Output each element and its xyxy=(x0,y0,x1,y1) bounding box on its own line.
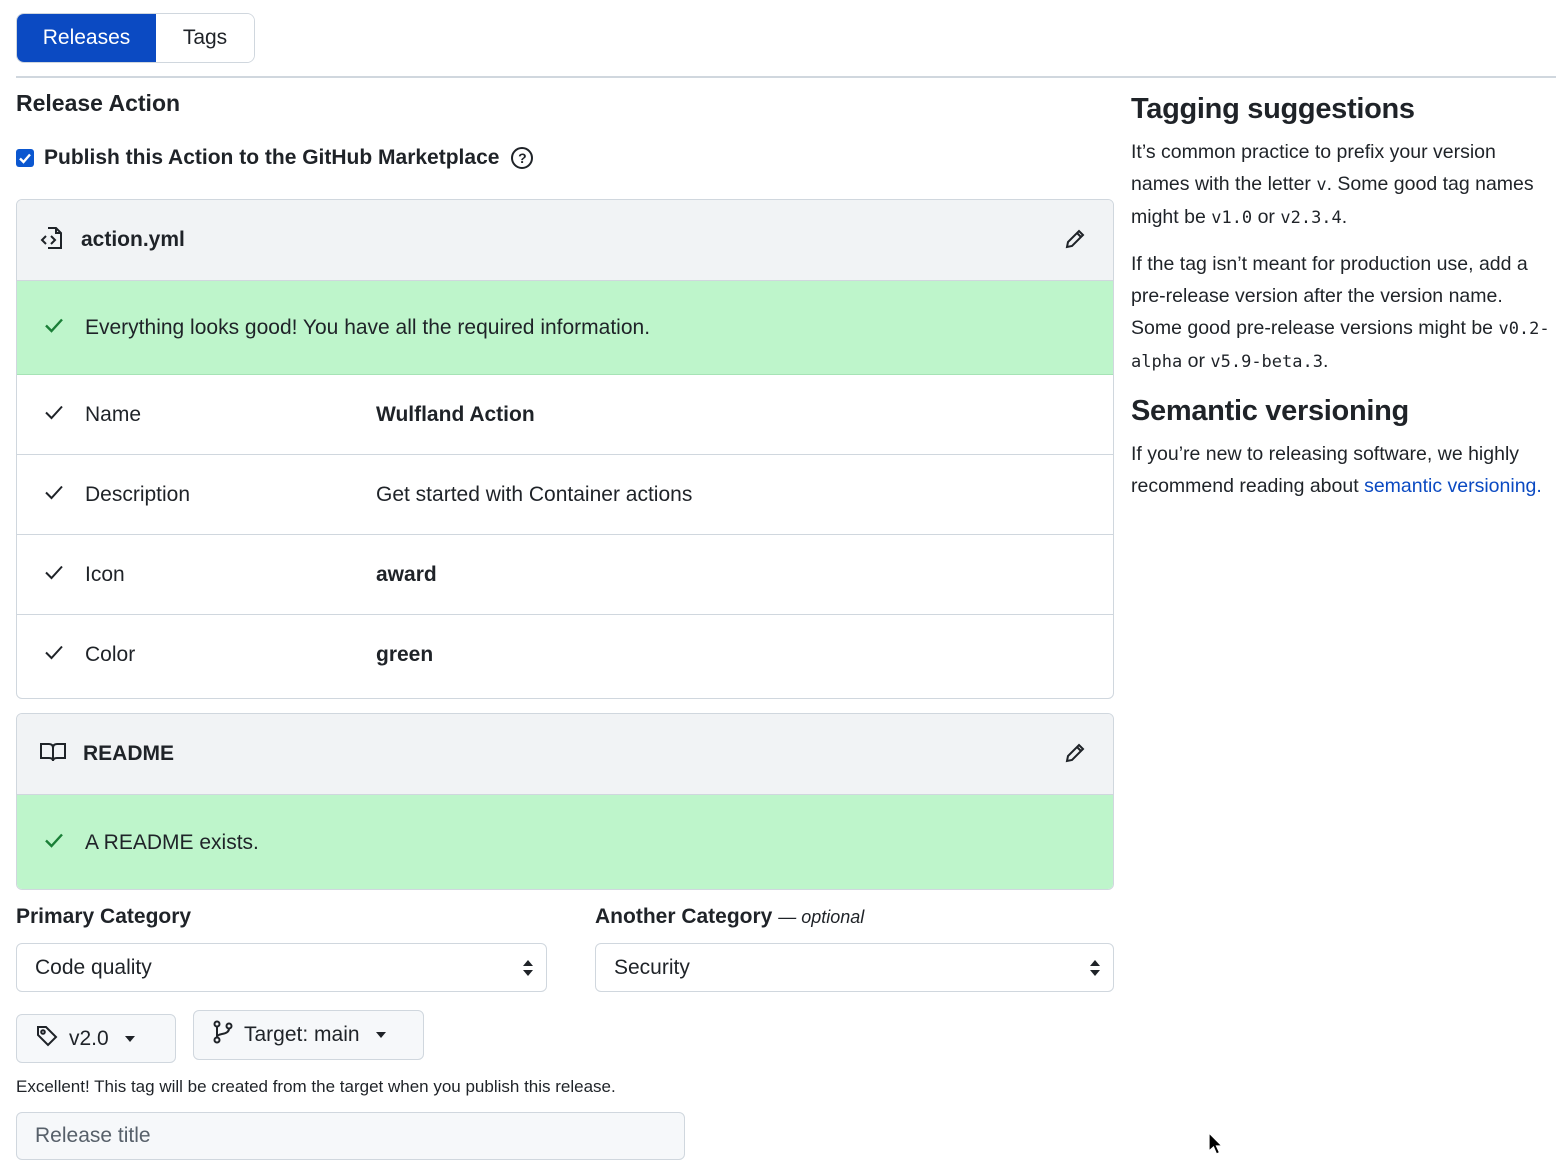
action-yml-panel: action.yml Everything looks good! You ha… xyxy=(16,199,1114,699)
tag-button-label: v2.0 xyxy=(69,1026,109,1050)
check-icon xyxy=(43,481,65,509)
book-icon xyxy=(39,740,67,769)
release-title-input[interactable]: Release title xyxy=(16,1112,685,1160)
publish-marketplace-row: Publish this Action to the GitHub Market… xyxy=(16,146,534,170)
readme-success-banner: A README exists. xyxy=(17,795,1113,889)
tab-releases[interactable]: Releases xyxy=(17,14,156,62)
choose-tag-button[interactable]: v2.0 xyxy=(16,1014,176,1063)
release-tabs: Releases Tags xyxy=(16,13,255,63)
link-period: . xyxy=(1536,475,1542,497)
row-value: award xyxy=(376,562,437,586)
target-branch-button[interactable]: Target: main xyxy=(193,1010,424,1060)
check-icon xyxy=(43,401,65,429)
readme-panel: README A README exists. xyxy=(16,713,1114,890)
tagging-sidebar: Tagging suggestions It’s common practice… xyxy=(1131,90,1551,516)
table-row: Description Get started with Container a… xyxy=(17,455,1113,535)
code: v5.9-beta.3 xyxy=(1210,352,1323,372)
check-icon xyxy=(43,561,65,589)
semver-heading: Semantic versioning xyxy=(1131,395,1409,427)
select-arrows-icon xyxy=(522,958,534,984)
caret-down-icon xyxy=(124,1035,135,1042)
mouse-cursor-icon xyxy=(1207,1131,1225,1162)
another-category-select[interactable]: Security xyxy=(595,943,1114,992)
table-row: Icon award xyxy=(17,535,1113,615)
action-yml-title: action.yml xyxy=(81,228,185,251)
readme-success-text: A README exists. xyxy=(85,830,259,854)
row-label: Name xyxy=(85,402,142,426)
tabs-divider xyxy=(16,76,1556,78)
another-category-label: Another Category — optional xyxy=(595,905,864,929)
check-icon xyxy=(43,641,65,669)
row-value: Wulfland Action xyxy=(376,402,535,426)
tag-note: Excellent! This tag will be created from… xyxy=(16,1077,616,1096)
git-branch-icon xyxy=(212,1020,234,1050)
section-title: Release Action xyxy=(16,90,181,116)
row-label: Icon xyxy=(85,562,125,586)
publish-label[interactable]: Publish this Action to the GitHub Market… xyxy=(44,146,499,170)
check-icon xyxy=(43,829,65,857)
tagging-paragraph-2: If the tag isn’t meant for production us… xyxy=(1131,248,1551,378)
row-label: Color xyxy=(85,643,136,666)
table-row: Name Wulfland Action xyxy=(17,375,1113,455)
readme-header: README xyxy=(17,714,1113,795)
another-category-text: Another Category xyxy=(595,905,773,928)
tag-icon xyxy=(35,1024,59,1054)
release-title-placeholder: Release title xyxy=(35,1124,151,1147)
target-button-label: Target: main xyxy=(244,1023,360,1046)
optional-hint: — optional xyxy=(778,907,865,927)
pencil-icon[interactable] xyxy=(1063,741,1087,770)
primary-category-label: Primary Category xyxy=(16,905,192,928)
another-category-value: Security xyxy=(614,955,690,979)
text: If the tag isn’t meant for production us… xyxy=(1131,253,1528,339)
text: or xyxy=(1252,206,1281,228)
text: or xyxy=(1182,350,1211,372)
select-arrows-icon xyxy=(1089,958,1101,984)
readme-title: README xyxy=(83,742,175,765)
row-value: Get started with Container actions xyxy=(376,482,693,506)
tab-tags[interactable]: Tags xyxy=(156,14,254,62)
primary-category-select[interactable]: Code quality xyxy=(16,943,547,992)
publish-checkbox[interactable] xyxy=(16,149,34,167)
action-yml-success-banner: Everything looks good! You have all the … xyxy=(17,281,1113,375)
file-code-icon xyxy=(39,225,65,256)
row-value: green xyxy=(376,643,434,666)
code: v1.0 xyxy=(1211,208,1253,228)
semantic-versioning-link[interactable]: semantic versioning xyxy=(1364,475,1536,497)
question-circle-icon[interactable]: ? xyxy=(511,147,534,169)
action-yml-header: action.yml xyxy=(17,200,1113,281)
tagging-paragraph-1: It’s common practice to prefix your vers… xyxy=(1131,136,1551,234)
row-label: Description xyxy=(85,482,191,506)
code: v2.3.4 xyxy=(1280,208,1342,228)
text: . xyxy=(1341,206,1348,228)
tagging-heading: Tagging suggestions xyxy=(1131,93,1415,125)
pencil-icon[interactable] xyxy=(1063,227,1087,256)
text: . xyxy=(1322,350,1329,372)
semver-paragraph: If you’re new to releasing software, we … xyxy=(1131,438,1551,502)
table-row: Color green xyxy=(17,615,1113,695)
caret-down-icon xyxy=(375,1032,386,1038)
action-yml-success-text: Everything looks good! You have all the … xyxy=(85,315,651,339)
code: v xyxy=(1316,175,1327,195)
primary-category-value: Code quality xyxy=(35,955,152,979)
check-icon xyxy=(43,314,65,342)
